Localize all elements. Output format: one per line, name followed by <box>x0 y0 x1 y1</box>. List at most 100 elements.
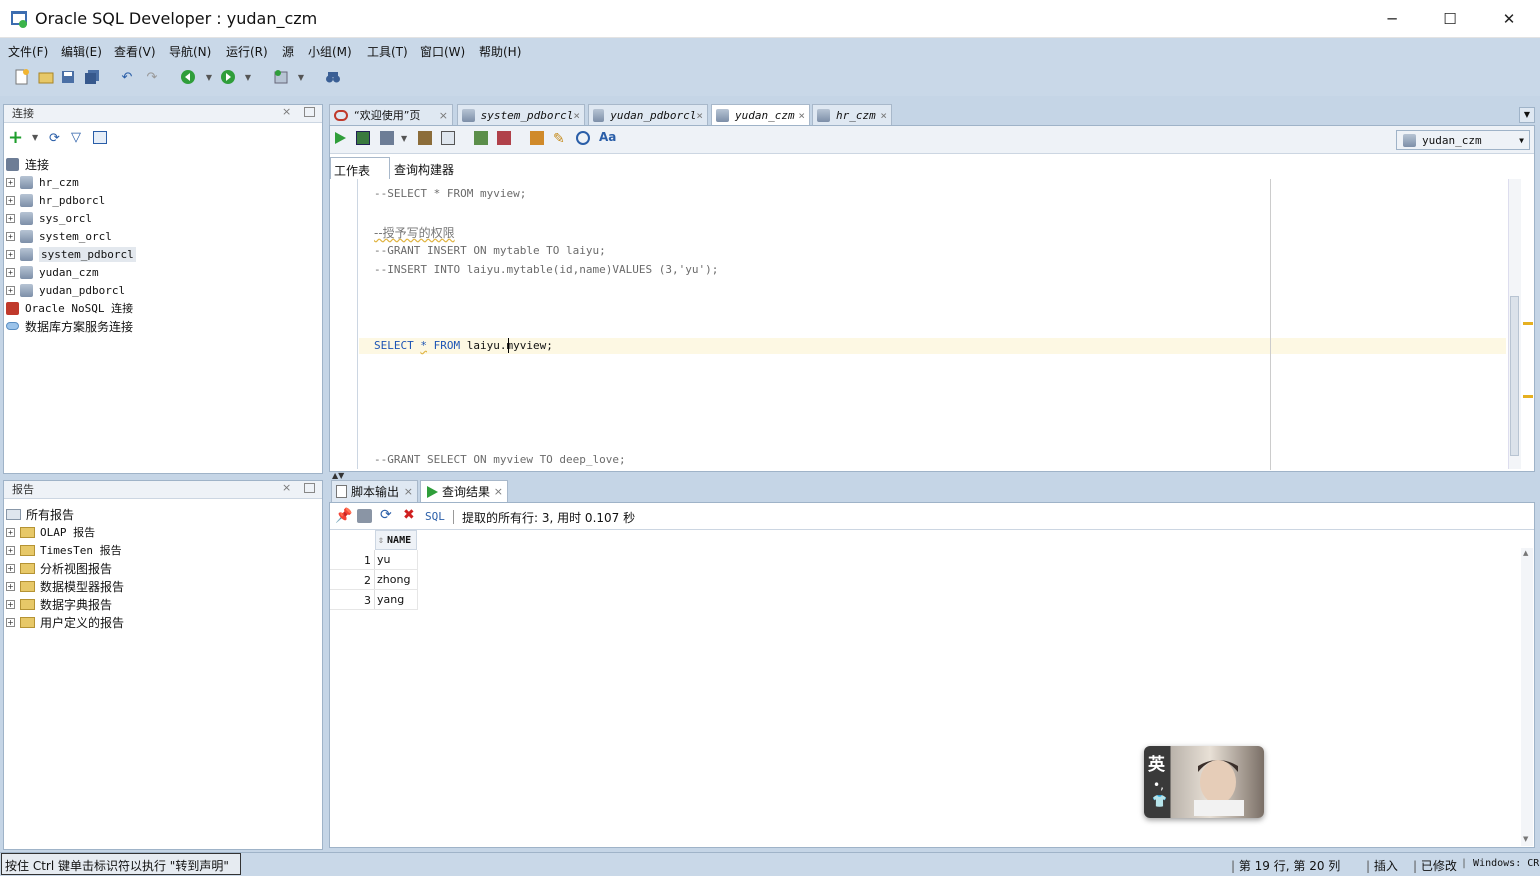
panel-close-icon[interactable]: × <box>282 481 291 494</box>
autocommit-icon[interactable] <box>380 131 394 145</box>
expand-icon[interactable]: + <box>6 527 15 537</box>
history-icon[interactable] <box>576 131 590 145</box>
report-item-olap[interactable]: + OLAP 报告 <box>6 523 95 541</box>
report-item-user-defined[interactable]: + 用户定义的报告 <box>6 613 124 631</box>
tree-item-yudan-pdborcl[interactable]: + yudan_pdborcl <box>6 281 125 299</box>
expand-icon[interactable]: + <box>6 599 15 609</box>
new-icon[interactable] <box>13 68 31 86</box>
add-dropdown-icon[interactable]: ▼ <box>32 133 38 142</box>
expand-icon[interactable]: + <box>6 581 15 591</box>
refresh-icon[interactable]: ⟳ <box>49 131 60 146</box>
format-icon[interactable]: Aa <box>599 130 616 144</box>
panel-minimize-icon[interactable] <box>304 107 315 117</box>
sql-button[interactable]: SQL <box>425 510 445 523</box>
refresh-icon[interactable]: ⟳ <box>380 507 392 523</box>
splitter-arrows-icon[interactable]: ▲▼ <box>332 471 344 480</box>
warning-marker[interactable] <box>1523 395 1533 398</box>
back-dropdown-icon[interactable]: ▼ <box>200 68 218 86</box>
code-line[interactable]: --授予写的权限 <box>374 224 455 241</box>
menu-window[interactable]: 窗口(W) <box>420 43 465 60</box>
expand-icon[interactable]: + <box>6 617 15 627</box>
tree-item-hr-czm[interactable]: + hr_czm <box>6 173 79 191</box>
tab-yudan-czm[interactable]: yudan_czm × <box>711 104 810 125</box>
tab-yudan-pdborcl[interactable]: yudan_pdborcl × <box>588 104 708 125</box>
menu-navigate[interactable]: 导航(N) <box>169 43 211 60</box>
expand-icon[interactable]: + <box>6 285 15 295</box>
pin-icon[interactable]: 📌 <box>335 508 352 524</box>
back-icon[interactable] <box>179 68 197 86</box>
code-line[interactable]: --SELECT * FROM myview; <box>374 187 526 200</box>
menu-view[interactable]: 查看(V) <box>114 43 156 60</box>
tree-item-nosql[interactable]: Oracle NoSQL 连接 <box>6 299 133 317</box>
warning-marker[interactable] <box>1523 322 1533 325</box>
undo-icon[interactable]: ↶ <box>118 68 136 86</box>
panel-minimize-icon[interactable] <box>304 483 315 493</box>
ime-language-label[interactable]: 英 <box>1148 750 1165 775</box>
tab-system-pdborcl[interactable]: system_pdborcl × <box>457 104 585 125</box>
redo-icon[interactable]: ↷ <box>143 68 161 86</box>
menu-run[interactable]: 运行(R) <box>226 43 268 60</box>
tree-item-sys-orcl[interactable]: + sys_orcl <box>6 209 92 227</box>
tree-item-system-orcl[interactable]: + system_orcl <box>6 227 112 245</box>
tab-list-icon[interactable]: ▼ <box>1519 107 1535 123</box>
expand-icon[interactable]: + <box>6 213 15 223</box>
minimize-button[interactable]: ─ <box>1363 0 1421 38</box>
cancel-icon[interactable]: ✖ <box>403 507 415 523</box>
filter-icon[interactable]: ▽ <box>71 130 81 145</box>
expand-icon[interactable]: + <box>6 195 15 205</box>
tab-close-icon[interactable]: × <box>494 485 503 498</box>
expand-icon[interactable]: + <box>6 545 15 555</box>
tree-item-hr-pdborcl[interactable]: + hr_pdborcl <box>6 191 105 209</box>
rollback-icon[interactable] <box>497 131 511 145</box>
code-line-active[interactable]: SELECT * FROM laiyu.myview; <box>374 339 553 352</box>
tree-item-cloud[interactable]: 数据库方案服务连接 <box>6 317 133 335</box>
expand-icon[interactable]: + <box>6 267 15 277</box>
save-icon[interactable] <box>59 68 77 86</box>
tree-item-yudan-czm[interactable]: + yudan_czm <box>6 263 99 281</box>
menu-source[interactable]: 源 <box>282 43 294 60</box>
tab-close-icon[interactable]: × <box>439 109 448 122</box>
open-icon[interactable] <box>37 68 55 86</box>
code-line[interactable]: --GRANT INSERT ON mytable TO laiyu; <box>374 244 606 257</box>
panel-close-icon[interactable]: × <box>282 105 291 118</box>
tab-hr-czm[interactable]: hr_czm × <box>812 104 892 125</box>
ime-widget[interactable]: 英 •, 👕 <box>1144 746 1264 818</box>
expand-icon[interactable]: + <box>6 177 15 187</box>
code-line[interactable]: --INSERT INTO laiyu.mytable(id,name)VALU… <box>374 263 718 276</box>
tab-welcome[interactable]: “欢迎使用”页 × <box>329 104 453 125</box>
commit-icon[interactable] <box>474 131 488 145</box>
explain-plan-icon[interactable] <box>418 131 432 145</box>
autotrace-icon[interactable] <box>441 131 455 145</box>
tab-close-icon[interactable]: × <box>880 109 887 122</box>
tab-script-output[interactable]: 脚本输出 × <box>331 480 418 502</box>
run-script-icon[interactable] <box>356 131 370 145</box>
add-connection-icon[interactable]: + <box>8 129 23 147</box>
print-icon[interactable] <box>357 509 372 523</box>
connections-root[interactable]: 连接 <box>6 155 49 173</box>
tab-close-icon[interactable]: × <box>404 485 413 498</box>
menu-file[interactable]: 文件(F) <box>8 43 48 60</box>
tab-close-icon[interactable]: × <box>798 109 805 122</box>
table-cell[interactable]: yu <box>377 553 390 566</box>
report-item-data-dictionary[interactable]: + 数据字典报告 <box>6 595 112 613</box>
code-line[interactable]: --GRANT SELECT ON myview TO deep_love; <box>374 453 626 466</box>
close-button[interactable]: ✕ <box>1480 0 1538 38</box>
report-item-analytic-view[interactable]: + 分析视图报告 <box>6 559 112 577</box>
scroll-down-icon[interactable]: ▼ <box>1523 835 1528 843</box>
tab-worksheet[interactable]: 工作表 <box>330 157 390 179</box>
worksheet-dropdown-icon[interactable]: ▼ <box>292 68 310 86</box>
table-cell[interactable]: zhong <box>377 573 410 586</box>
table-cell[interactable]: yang <box>377 593 404 606</box>
menu-edit[interactable]: 编辑(E) <box>61 43 102 60</box>
menu-tools[interactable]: 工具(T) <box>367 43 408 60</box>
tab-close-icon[interactable]: × <box>696 109 703 122</box>
result-scrollbar[interactable] <box>1521 548 1533 846</box>
ime-punctuation-icon[interactable]: •, <box>1153 778 1164 792</box>
save-all-icon[interactable] <box>83 68 101 86</box>
tab-close-icon[interactable]: × <box>573 109 580 122</box>
menu-team[interactable]: 小组(M) <box>308 43 352 60</box>
reports-root[interactable]: 所有报告 <box>6 505 74 523</box>
sql-tuning-icon[interactable] <box>530 131 544 145</box>
expand-icon[interactable]: + <box>6 563 15 573</box>
scrollbar-thumb[interactable] <box>1510 296 1519 456</box>
